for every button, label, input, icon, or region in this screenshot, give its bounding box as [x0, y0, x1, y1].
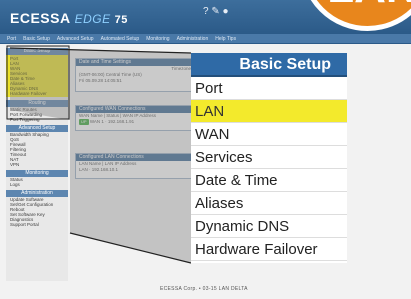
sidebar-title-administration: Administration — [6, 190, 68, 197]
wan-status-badge: UP — [79, 119, 89, 125]
wan-panel-title: Configured WAN Connections — [76, 106, 194, 113]
sidebar-item-port-triggering[interactable]: Port Triggering — [6, 117, 68, 122]
logo-text: ECESSA — [10, 10, 71, 26]
lan-panel-title: Configured LAN Connections — [76, 154, 194, 161]
sidebar-item-vpn[interactable]: VPN — [6, 162, 68, 167]
sidebar-item-support[interactable]: Support Portal — [6, 222, 68, 227]
menu-item-dynamic-dns[interactable]: Dynamic DNS — [191, 215, 347, 238]
sidebar-title-advanced-setup: Advanced Setup — [6, 125, 68, 132]
page-footer: ECESSA Corp. • 03-15 LAN DELTA — [160, 286, 248, 292]
date-time-panel-title: Date and Time Settings — [76, 59, 194, 66]
nav-item-monitoring[interactable]: Monitoring — [146, 34, 169, 44]
current-time-value: Fri 05.09.28 14:05:51 — [79, 78, 122, 83]
nav-item-help[interactable]: Help Tips — [215, 34, 236, 44]
top-navbar: Port Basic Setup Advanced Setup Automate… — [0, 34, 411, 44]
menu-item-aliases[interactable]: Aliases — [191, 192, 347, 215]
nav-item-administration[interactable]: Administration — [177, 34, 209, 44]
date-time-panel: Date and Time Settings Timezone (GMT-06:… — [75, 58, 195, 92]
lan-connections-panel: Configured LAN Connections LAN Name | LA… — [75, 153, 195, 179]
version-label: 75 — [114, 14, 128, 26]
wan-table-row: UP WAN 1 · 192.168.1.91 — [76, 119, 194, 125]
menu-item-port[interactable]: Port — [191, 77, 347, 100]
sidebar-item-logs[interactable]: Logs — [6, 182, 68, 187]
lan-badge-text: LAN — [305, 0, 411, 13]
sidebar-title-monitoring: Monitoring — [6, 170, 68, 177]
lan-table-row: LAN · 192.168.10.1 — [79, 167, 119, 172]
sidebar-title-basic-setup: Basic Setup — [6, 48, 68, 55]
nav-item-advanced-setup[interactable]: Advanced Setup — [57, 34, 94, 44]
logo: ECESSA EDGE 75 — [10, 10, 128, 26]
nav-item-port[interactable]: Port — [7, 34, 16, 44]
sidebar-item-hardware-failover[interactable]: Hardware Failover — [6, 91, 68, 96]
sidebar-basic-setup-group: Port LAN WAN Services Date & Time Aliase… — [6, 55, 68, 97]
basic-setup-menu-zoom: Basic Setup Port LAN WAN Services Date &… — [191, 53, 347, 263]
wan-row-value: WAN 1 · 192.168.1.91 — [89, 119, 135, 124]
screenshot: ECESSA EDGE 75 ? ✎ ● Port Basic Setup Adva… — [0, 0, 411, 299]
menu-item-wan[interactable]: WAN — [191, 123, 347, 146]
header-icons[interactable]: ? ✎ ● — [203, 6, 229, 17]
nav-item-basic-setup[interactable]: Basic Setup — [23, 34, 50, 44]
sidebar: Basic Setup Port LAN WAN Services Date &… — [6, 46, 68, 281]
menu-item-hardware-failover[interactable]: Hardware Failover — [191, 238, 347, 261]
sidebar-title-routing: Routing — [6, 100, 68, 107]
menu-item-lan[interactable]: LAN — [191, 100, 347, 123]
logo-sub: EDGE — [74, 12, 111, 26]
menu-item-date-time[interactable]: Date & Time — [191, 169, 347, 192]
wan-connections-panel: Configured WAN Connections WAN Name | St… — [75, 105, 195, 131]
menu-title: Basic Setup — [191, 53, 347, 77]
menu-item-services[interactable]: Services — [191, 146, 347, 169]
nav-item-automated-setup[interactable]: Automated Setup — [101, 34, 140, 44]
